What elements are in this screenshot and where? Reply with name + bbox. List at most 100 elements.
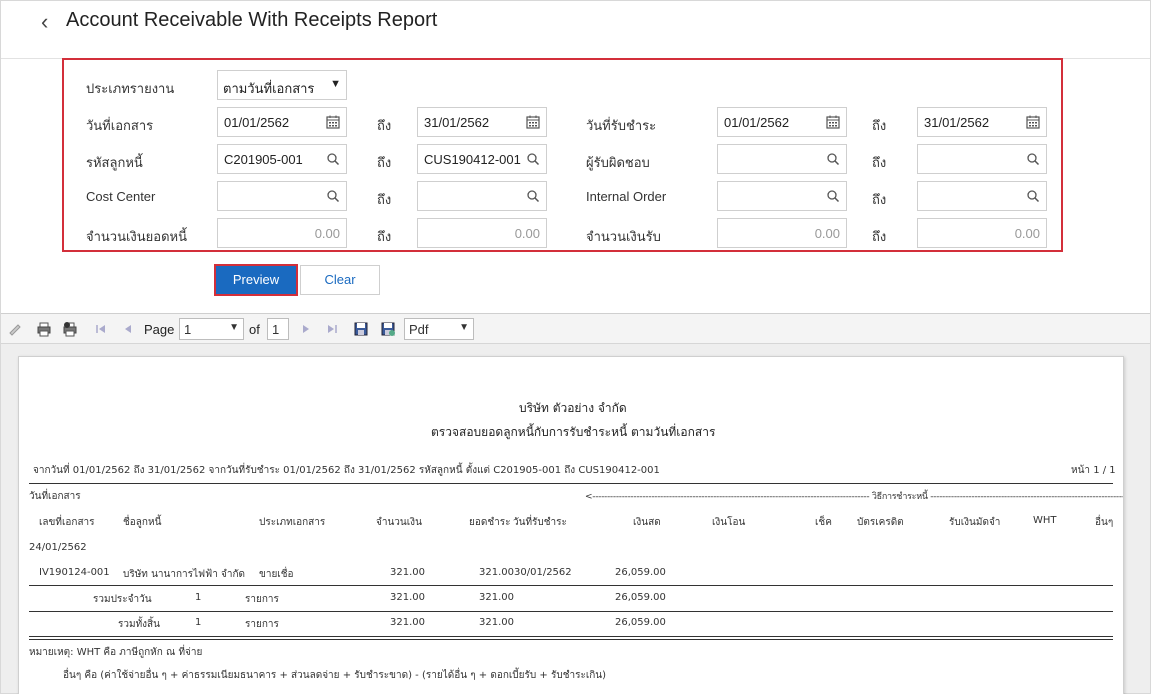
customer-to-field[interactable]: CUS190412-001 [417,144,547,174]
pay-date-to-field[interactable]: 31/01/2562 [917,107,1047,137]
report-type-select[interactable]: ตามวันที่เอกสาร ▼ [217,70,347,100]
print-icon[interactable] [36,321,52,337]
col-header-doc-no: เลขที่เอกสาร [39,517,95,528]
report-toolbar: Page 1 ▼ of 1 Pdf ▼ [1,314,1150,344]
payment-method-header: <---------------------------------------… [585,492,1123,502]
col-header-cheque: เช็ค [815,517,832,528]
report-type-label: ประเภทรายงาน [86,81,175,96]
responsible-to-field[interactable] [917,144,1047,174]
first-page-icon[interactable] [93,321,109,337]
doc-date-from-field[interactable]: 01/01/2562 [217,107,347,137]
search-icon[interactable] [525,188,541,204]
next-page-icon[interactable] [298,321,314,337]
col-header-paid: ยอดชำระ [469,517,511,528]
app-window: ‹ Account Receivable With Receipts Repor… [0,0,1151,694]
search-icon[interactable] [825,188,841,204]
received-amount-label: จำนวนเงินรับ [586,229,661,244]
report-criteria: จากวันที่ 01/01/2562 ถึง 31/01/2562 จากว… [33,465,660,476]
internal-order-to-field[interactable] [917,181,1047,211]
calendar-icon[interactable] [825,114,841,130]
divider [29,585,1113,586]
report-company: บริษัท ตัวอย่าง จำกัด [519,401,627,415]
col-header-credit-card: บัตรเครดิต [857,517,904,528]
dropdown-caret-icon: ▼ [459,322,469,333]
col-header-amount: จำนวนเงิน [376,517,422,528]
report-page-info: หน้า 1 / 1 [1071,465,1116,476]
to-label: ถึง [872,155,887,170]
dropdown-caret-icon: ▼ [330,78,341,90]
search-icon[interactable] [325,151,341,167]
to-label: ถึง [872,229,887,244]
to-label: ถึง [872,118,887,133]
last-page-icon[interactable] [324,321,340,337]
preview-button[interactable]: Preview [214,264,298,296]
search-icon[interactable] [525,151,541,167]
search-icon[interactable] [325,188,341,204]
previous-page-icon[interactable] [120,321,136,337]
ar-amount-to-field[interactable]: 0.00 [417,218,547,248]
cost-center-from-field[interactable] [217,181,347,211]
doc-date-to-field[interactable]: 31/01/2562 [417,107,547,137]
cost-center-label: Cost Center [86,189,156,204]
received-amount-from-field[interactable]: 0.00 [717,218,847,248]
save-icon[interactable] [353,321,369,337]
responsible-from-field[interactable] [717,144,847,174]
page-label: Page [144,322,175,337]
page-title: Account Receivable With Receipts Report [66,9,438,31]
report-viewer: Page 1 ▼ of 1 Pdf ▼ บริษัท ตัวอย่าง จำกั… [1,313,1150,694]
print-page-icon[interactable] [62,321,78,337]
ar-amount-label: จำนวนเงินยอดหนี้ [86,229,187,244]
back-chevron-icon[interactable]: ‹ [41,9,48,35]
col-header-other: อื่นๆ [1095,517,1114,528]
export-format-select[interactable]: Pdf ▼ [404,318,474,340]
search-icon[interactable] [1025,151,1041,167]
internal-order-label: Internal Order [586,189,667,204]
cost-center-to-field[interactable] [417,181,547,211]
col-header-wht: WHT [1033,515,1057,526]
to-label: ถึง [377,192,392,207]
col-header-doc-type: ประเภทเอกสาร [259,517,326,528]
internal-order-from-field[interactable] [717,181,847,211]
col-header-cash: เงินสด [633,517,661,528]
page-header: ‹ Account Receivable With Receipts Repor… [1,1,1150,59]
calendar-icon[interactable] [525,114,541,130]
col-header-customer: ชื่อลูกหนี้ [123,517,162,528]
col-header-transfer: เงินโอน [712,517,746,528]
ar-amount-from-field[interactable]: 0.00 [217,218,347,248]
search-icon[interactable] [825,151,841,167]
export-save-icon[interactable] [380,321,396,337]
col-header-deposit: รับเงินมัดจำ [949,517,1001,528]
col-header-pay-date: วันที่รับชำระ [513,517,567,528]
customer-from-field[interactable]: C201905-001 [217,144,347,174]
search-icon[interactable] [1025,188,1041,204]
divider [29,639,1113,640]
to-label: ถึง [377,229,392,244]
divider [29,483,1113,484]
report-page: บริษัท ตัวอย่าง จำกัด ตรวจสอบยอดลูกหนี้ก… [18,356,1124,694]
to-label: ถึง [872,192,887,207]
received-amount-to-field[interactable]: 0.00 [917,218,1047,248]
pay-date-label: วันที่รับชำระ [586,118,657,133]
total-pages-box: 1 [267,318,289,340]
highlight-icon[interactable] [7,321,23,337]
group-date: 24/01/2562 [29,542,87,553]
doc-date-label: วันที่เอกสาร [86,118,154,133]
filter-panel: ประเภทรายงาน ตามวันที่เอกสาร ▼ วันที่เอก… [62,58,1063,252]
divider [29,611,1113,612]
pay-date-from-field[interactable]: 01/01/2562 [717,107,847,137]
report-subtitle: ตรวจสอบยอดลูกหนี้กับการรับชำระหนี้ ตามวั… [431,425,716,439]
divider [29,636,1113,637]
doc-date-header: วันที่เอกสาร [29,491,81,502]
calendar-icon[interactable] [1025,114,1041,130]
to-label: ถึง [377,155,392,170]
page-number-select[interactable]: 1 ▼ [179,318,244,340]
of-label: of [249,322,260,337]
report-note-wht: หมายเหตุ: WHT คือ ภาษีถูกหัก ณ ที่จ่าย [29,647,203,658]
report-note-other: อื่นๆ คือ (ค่าใช้จ่ายอื่น ๆ + ค่าธรรมเนี… [63,670,607,681]
calendar-icon[interactable] [325,114,341,130]
clear-button[interactable]: Clear [300,265,380,295]
dropdown-caret-icon: ▼ [229,322,239,333]
to-label: ถึง [377,118,392,133]
responsible-label: ผู้รับผิดชอบ [586,155,650,170]
customer-code-label: รหัสลูกหนี้ [86,155,143,170]
